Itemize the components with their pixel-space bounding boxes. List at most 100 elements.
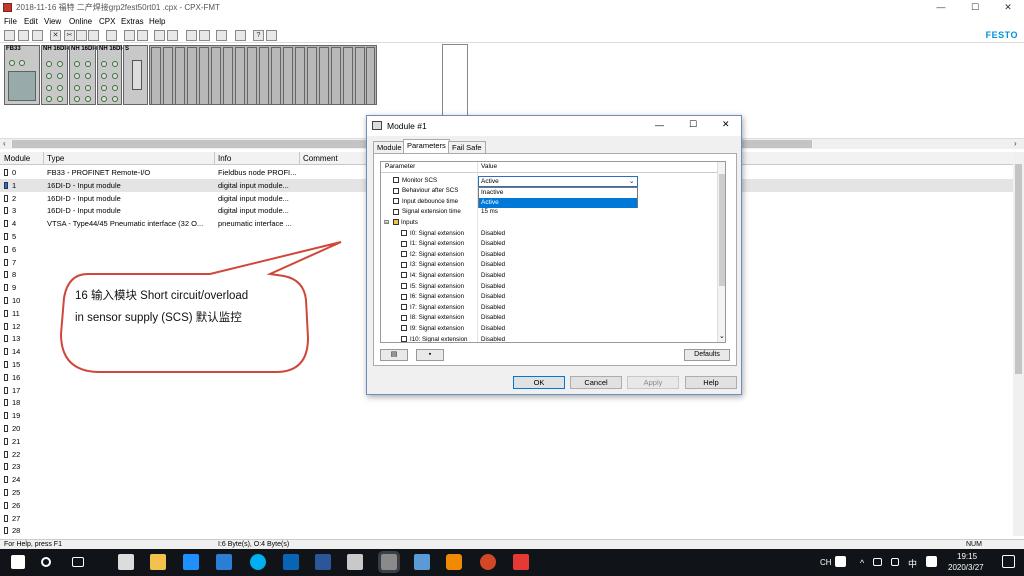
close-button[interactable]: ✕ — [993, 0, 1023, 15]
cpx-fmt-icon[interactable] — [378, 551, 400, 573]
parameter-row[interactable]: I5: Signal extension Disabled — [381, 281, 717, 292]
document-icon[interactable] — [347, 554, 363, 570]
menu-online[interactable]: Online — [69, 17, 92, 26]
module-list-icon[interactable] — [137, 30, 148, 41]
collapse-icon[interactable]: ⊟ — [384, 219, 389, 226]
menu-extras[interactable]: Extras — [121, 17, 144, 26]
table-row[interactable]: 19 — [0, 409, 1013, 422]
parameter-row[interactable]: I9: Signal extension Disabled — [381, 323, 717, 334]
calculator-icon[interactable] — [118, 554, 134, 570]
upload-icon[interactable] — [167, 30, 178, 41]
tab-parameters[interactable]: Parameters — [403, 139, 450, 153]
word-icon[interactable] — [315, 554, 331, 570]
pointer-icon[interactable] — [186, 30, 197, 41]
header-info[interactable]: Info — [218, 154, 231, 163]
menu-edit[interactable]: Edit — [24, 17, 38, 26]
parameter-row[interactable]: Signal extension time 15 ms — [381, 207, 717, 218]
open-icon[interactable] — [18, 30, 29, 41]
chevron-down-icon[interactable]: ⌄ — [629, 177, 634, 185]
dialog-maximize-button[interactable]: ☐ — [689, 119, 697, 130]
windows-start-icon[interactable] — [11, 555, 25, 569]
maximize-button[interactable]: ☐ — [960, 0, 990, 15]
parameter-row[interactable]: I8: Signal extension Disabled — [381, 313, 717, 324]
parameter-row[interactable]: I4: Signal extension Disabled — [381, 270, 717, 281]
header-type[interactable]: Type — [47, 154, 64, 163]
cancel-button[interactable]: Cancel — [570, 376, 622, 389]
language-indicator[interactable]: CH — [820, 558, 832, 567]
copy-icon[interactable] — [76, 30, 87, 41]
grid-scrollbar[interactable]: ⌄ — [717, 162, 725, 342]
module-16di-3[interactable]: NH 16DI-D — [97, 45, 128, 105]
app-icon-2[interactable] — [414, 554, 430, 570]
menu-view[interactable]: View — [44, 17, 61, 26]
online-icon[interactable] — [154, 30, 165, 41]
pdf-icon[interactable] — [513, 554, 529, 570]
new-icon[interactable] — [4, 30, 15, 41]
table-row[interactable]: 27 — [0, 512, 1013, 525]
diagnose-icon[interactable] — [216, 30, 227, 41]
ime-indicator[interactable]: 中 — [908, 557, 917, 570]
header-comment[interactable]: Comment — [303, 154, 338, 163]
print-icon[interactable] — [235, 30, 246, 41]
context-help-icon[interactable] — [266, 30, 277, 41]
minimize-button[interactable]: — — [926, 0, 956, 15]
module-s[interactable]: S — [123, 45, 148, 105]
parameter-row[interactable]: I10: Signal extension Disabled — [381, 334, 717, 342]
header-module[interactable]: Module — [4, 154, 30, 163]
properties-icon[interactable] — [106, 30, 117, 41]
table-row[interactable]: 21 — [0, 435, 1013, 448]
network-icon[interactable] — [873, 558, 882, 566]
table-row[interactable]: 24 — [0, 473, 1013, 486]
dropdown-option-active[interactable]: Active — [479, 198, 637, 208]
parameter-row[interactable]: I2: Signal extension Disabled — [381, 249, 717, 260]
tray-chevron-icon[interactable]: ^ — [860, 558, 864, 568]
vlc-icon[interactable] — [446, 554, 462, 570]
menu-help[interactable]: Help — [149, 17, 165, 26]
help-pointer-icon[interactable]: ? — [253, 30, 264, 41]
volume-icon[interactable] — [891, 558, 899, 566]
cut-icon[interactable]: ✂ — [64, 30, 75, 41]
parameter-row[interactable]: I3: Signal extension Disabled — [381, 260, 717, 271]
file-explorer-icon[interactable] — [150, 554, 166, 570]
powerpoint-icon[interactable] — [480, 554, 496, 570]
outlook-icon[interactable] — [283, 554, 299, 570]
ie-icon[interactable] — [216, 554, 232, 570]
value-dropdown[interactable]: Active ⌄ — [478, 176, 638, 187]
apply-button[interactable]: Apply — [627, 376, 679, 389]
table-row[interactable]: 26 — [0, 499, 1013, 512]
parameter-row[interactable]: I1: Signal extension Disabled — [381, 239, 717, 250]
parameter-row[interactable]: ⊟ Inputs — [381, 217, 717, 228]
notification-icon[interactable] — [1002, 555, 1015, 568]
module-fb33[interactable]: FB33 — [4, 45, 40, 105]
module-icon[interactable] — [124, 30, 135, 41]
search-icon[interactable] — [41, 557, 51, 567]
open-folder-button[interactable]: ▤ — [380, 349, 408, 361]
clock-date[interactable]: 2020/3/27 — [948, 563, 984, 572]
task-view-icon[interactable] — [72, 557, 84, 567]
delete-icon[interactable]: ✕ — [50, 30, 61, 41]
parameter-row[interactable]: I0: Signal extension Disabled — [381, 228, 717, 239]
save-icon[interactable] — [32, 30, 43, 41]
settings-icon[interactable] — [199, 30, 210, 41]
table-row[interactable]: 25 — [0, 486, 1013, 499]
help-button[interactable]: Help — [685, 376, 737, 389]
input-method-icon[interactable] — [926, 556, 937, 567]
save-button[interactable]: ▪ — [416, 349, 444, 361]
dialog-minimize-button[interactable]: — — [655, 120, 664, 130]
module-16di-1[interactable]: NH 16DI-D — [41, 45, 72, 105]
paste-icon[interactable] — [88, 30, 99, 41]
tab-fail-safe[interactable]: Fail Safe — [448, 141, 486, 153]
ok-button[interactable]: OK — [513, 376, 565, 389]
tab-module[interactable]: Module — [373, 141, 406, 153]
table-row[interactable]: 23 — [0, 460, 1013, 473]
ime-mode-icon[interactable] — [835, 556, 846, 567]
table-row[interactable]: 22 — [0, 448, 1013, 461]
menu-cpx[interactable]: CPX — [99, 17, 115, 26]
edge-icon[interactable] — [183, 554, 199, 570]
menu-file[interactable]: File — [4, 17, 17, 26]
parameter-row[interactable]: I7: Signal extension Disabled — [381, 302, 717, 313]
table-row[interactable]: 20 — [0, 422, 1013, 435]
defaults-button[interactable]: Defaults — [684, 349, 730, 361]
module-16di-2[interactable]: NH 16DI-D — [69, 45, 100, 105]
table-row[interactable]: 18 — [0, 396, 1013, 409]
